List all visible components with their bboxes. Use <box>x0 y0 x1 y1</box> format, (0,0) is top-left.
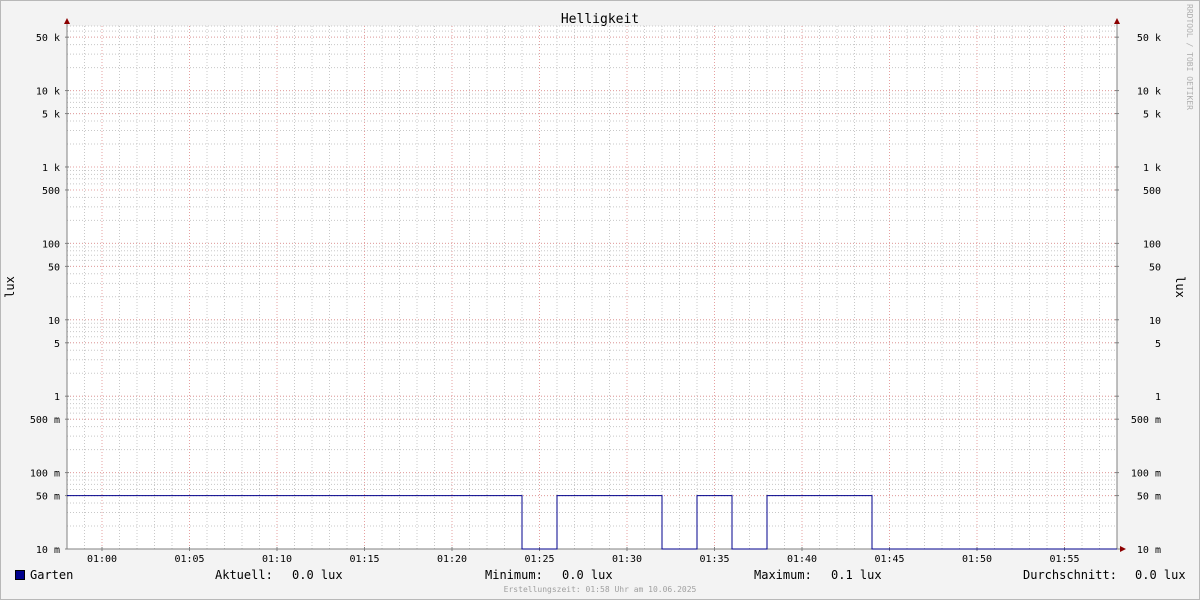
y-tick-label-left: 10 k <box>36 87 60 98</box>
y-tick-label-left: 1 <box>54 392 60 403</box>
y-tick-label-right: 50 k <box>1137 33 1161 44</box>
x-tick-label: 01:35 <box>699 554 729 565</box>
legend-max-value: 0.1 lux <box>831 568 882 582</box>
y-tick-labels-left: 10 m 50 m 100 m 500 m 1 5 10 50 100 500 1 k 5 k 10 k… <box>30 33 60 556</box>
x-tick-label: 01:30 <box>612 554 642 565</box>
legend-min-value: 0.0 lux <box>562 568 613 582</box>
x-tick-label: 01:00 <box>87 554 117 565</box>
x-tick-label: 01:55 <box>1049 554 1079 565</box>
y-tick-label-left: 100 m <box>30 469 60 480</box>
y-tick-label-left: 10 m <box>36 545 60 556</box>
x-tick-label: 01:45 <box>874 554 904 565</box>
y-tick-label-left: 10 <box>48 316 60 327</box>
y-tick-label-right: 50 m <box>1137 492 1161 503</box>
y-tick-label-left: 5 k <box>42 110 60 121</box>
x-tick-label: 01:05 <box>174 554 204 565</box>
x-tick-label: 01:20 <box>437 554 467 565</box>
y-tick-label-left: 100 <box>42 239 60 250</box>
legend-avg-value: 0.0 lux <box>1135 568 1186 582</box>
y-tick-label-left: 50 k <box>36 33 60 44</box>
y-tick-label-right: 1 <box>1155 392 1161 403</box>
y-tick-label-left: 500 m <box>30 415 60 426</box>
x-tick-labels: 01:00 01:05 01:10 01:15 01:20 01:25 01:30 01:35… <box>87 554 1080 565</box>
y-tick-label-right: 100 <box>1143 239 1161 250</box>
y-tick-label-right: 5 <box>1155 339 1161 350</box>
legend-min-label: Minimum: <box>485 568 543 582</box>
y-axis-arrow-left <box>64 18 70 24</box>
y-tick-label-right: 1 k <box>1143 163 1161 174</box>
y-tick-label-right: 10 m <box>1137 545 1161 556</box>
legend-swatch <box>15 570 25 580</box>
x-tick-label: 01:40 <box>787 554 817 565</box>
chart-title: Helligkeit <box>561 12 639 27</box>
y-tick-label-right: 5 k <box>1143 110 1161 121</box>
x-tick-label: 01:50 <box>962 554 992 565</box>
y-tick-label-left: 5 <box>54 339 60 350</box>
y-axis-label-left: lux <box>3 276 17 298</box>
chart: 10 m 50 m 100 m 500 m 1 5 10 50 100 500 1 k 5 k 10 k… <box>3 4 1194 594</box>
y-tick-label-left: 500 <box>42 186 60 197</box>
x-axis-arrow <box>1120 546 1126 552</box>
y-tick-label-right: 10 k <box>1137 87 1161 98</box>
footer-timestamp: Erstellungszeit: 01:58 Uhr am 10.06.2025 <box>504 585 697 594</box>
legend-series-label: Garten <box>30 568 74 582</box>
minor-grid <box>66 25 1118 550</box>
legend-current-value: 0.0 lux <box>292 568 343 582</box>
y-axis-label-right: lux <box>1173 276 1187 298</box>
legend-max-label: Maximum: <box>754 568 812 582</box>
x-tick-label: 01:15 <box>349 554 379 565</box>
y-tick-label-left: 50 <box>48 262 60 273</box>
y-tick-label-right: 10 <box>1149 316 1161 327</box>
y-tick-label-right: 100 m <box>1131 469 1161 480</box>
y-tick-label-left: 50 m <box>36 492 60 503</box>
y-axis-arrow-right <box>1114 18 1120 24</box>
legend-avg-label: Durchschnitt: <box>1023 568 1117 582</box>
y-tick-label-right: 500 m <box>1131 415 1161 426</box>
watermark: RRDTOOL / TOBI OETIKER <box>1185 4 1194 110</box>
y-tick-labels-right: 10 m 50 m 100 m 500 m 1 5 10 50 100 500 1 k 5 k 10 k… <box>1131 33 1161 556</box>
legend-current-label: Aktuell: <box>215 568 273 582</box>
y-tick-label-left: 1 k <box>42 163 60 174</box>
x-tick-label: 01:25 <box>524 554 554 565</box>
y-tick-label-right: 500 <box>1143 186 1161 197</box>
y-tick-label-right: 50 <box>1149 262 1161 273</box>
x-tick-label: 01:10 <box>262 554 292 565</box>
